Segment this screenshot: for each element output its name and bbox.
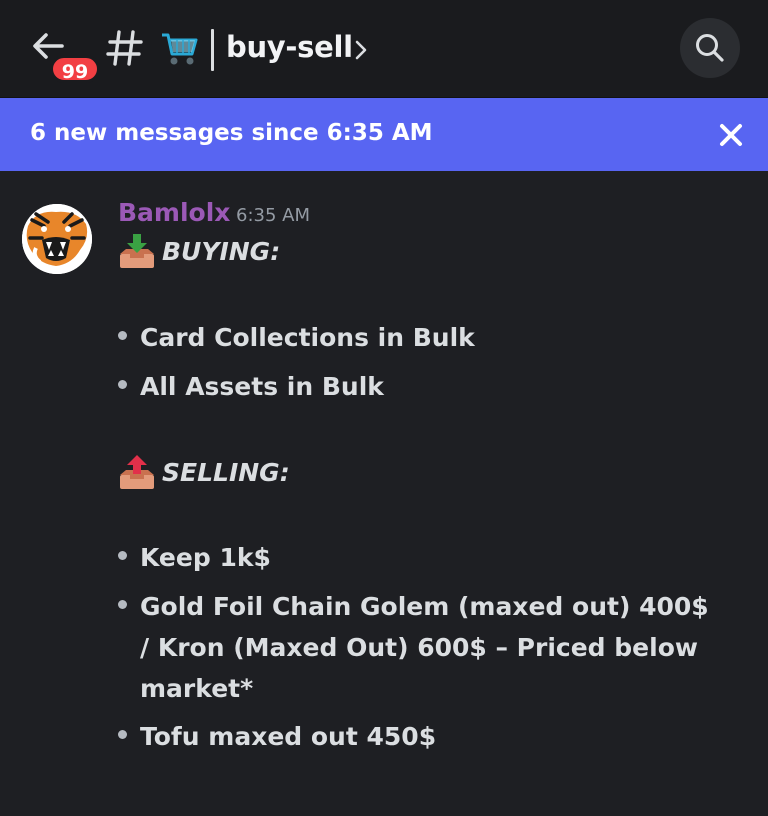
bullet-dot bbox=[118, 380, 127, 389]
selling-item: Gold Foil Chain Golem (maxed out) 400$ /… bbox=[140, 592, 709, 703]
bullet-dot bbox=[118, 331, 127, 340]
buying-item: All Assets in Bulk bbox=[140, 372, 384, 401]
bullet-dot bbox=[118, 600, 127, 609]
selling-item: Keep 1k$ bbox=[140, 543, 271, 572]
divider bbox=[211, 29, 214, 71]
channel-header: 99 buy-sell bbox=[0, 0, 768, 98]
message-timestamp: 6:35 AM bbox=[236, 205, 310, 226]
bullet-dot bbox=[118, 730, 127, 739]
message-author[interactable]: Bamlolx bbox=[118, 198, 230, 227]
search-icon bbox=[696, 34, 724, 62]
shopping-cart-emoji bbox=[160, 26, 200, 70]
new-messages-text: 6 new messages since 6:35 AM bbox=[30, 120, 433, 146]
hash-icon bbox=[105, 26, 145, 70]
close-banner-button[interactable] bbox=[714, 118, 748, 152]
buying-heading: BUYING: bbox=[118, 231, 280, 271]
avatar[interactable] bbox=[22, 204, 92, 274]
buying-item: Card Collections in Bulk bbox=[140, 323, 475, 352]
inbox-tray-emoji bbox=[120, 234, 154, 268]
tiger-avatar-icon bbox=[22, 204, 92, 274]
bullet-dot bbox=[118, 551, 127, 560]
selling-label: SELLING: bbox=[162, 457, 290, 487]
search-button[interactable] bbox=[680, 18, 740, 78]
chevron-right-icon[interactable] bbox=[352, 37, 370, 63]
channel-name[interactable]: buy-sell bbox=[226, 30, 353, 64]
close-icon bbox=[720, 124, 742, 146]
buying-label: BUYING: bbox=[162, 236, 281, 266]
unread-badge: 99 bbox=[50, 55, 100, 83]
outbox-tray-emoji bbox=[120, 455, 154, 489]
new-messages-banner[interactable]: 6 new messages since 6:35 AM bbox=[0, 98, 768, 171]
selling-heading: SELLING: bbox=[118, 452, 290, 492]
selling-item: Tofu maxed out 450$ bbox=[140, 722, 437, 751]
